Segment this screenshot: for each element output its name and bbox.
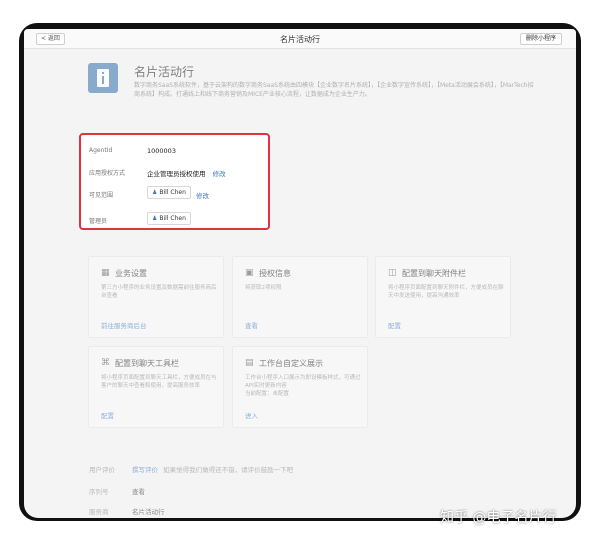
provider-value: 名片活动行 [132, 508, 165, 516]
card-chat-attachment[interactable]: ◫ 配置到聊天附件栏 将小程序页面配置到聊天附件栏，方便成员在聊天中发送使用，提… [375, 256, 511, 338]
app-window: < 返回 名片活动行 删除小程序 名片活动行 数字商务SaaS系统软件，基于云架… [24, 29, 576, 518]
serial-view-link[interactable]: 查看 [132, 486, 145, 496]
top-bar: < 返回 名片活动行 删除小程序 [24, 29, 576, 49]
card-link[interactable]: 配置 [388, 320, 401, 330]
card-title: 工作台自定义展示 [259, 358, 333, 369]
card-description: 将小程序页面配置到聊天工具栏，方便成员在与客户的聊天中查看和使用，提高服务效率 [101, 375, 217, 389]
agentid-value: 1000003 [147, 147, 176, 155]
card-description: 第三方小程序的业务设置及数据需前往服务商后台查看 [101, 285, 217, 299]
app-name: 名片活动行 [134, 65, 195, 79]
rating-row: 撰写评价 如果觉得我们做得还不错，请评价鼓励一下吧 [132, 464, 293, 474]
toolbar-icon: ⌘ [101, 358, 110, 368]
visible-user-name: Bill Chen [159, 189, 186, 196]
auth-method-label: 应用授权方式 [89, 170, 126, 177]
card-workbench-display[interactable]: ▤ 工作台自定义展示 工作台小程序入口展示为即设模板样式，可通过API实时更新内… [232, 346, 368, 428]
workbench-icon: ▤ [245, 358, 254, 368]
card-auth-info[interactable]: ▣ 授权信息 将获取2项权限 查看 [232, 256, 368, 338]
admin-user-tag[interactable]: ♟ Bill Chen [147, 212, 191, 225]
card-link[interactable]: 前往服务商后台 [101, 320, 147, 330]
admin-label: 管理员 [89, 218, 108, 225]
delete-miniprogram-button[interactable]: 删除小程序 [519, 33, 562, 45]
agentid-label: AgentId [89, 147, 113, 154]
app-logo-icon [88, 63, 118, 93]
page-title: 名片活动行 [280, 35, 320, 44]
attachment-icon: ◫ [388, 268, 397, 278]
auth-edit-link[interactable]: 修改 [213, 170, 226, 178]
write-review-link[interactable]: 撰写评价 [132, 466, 158, 474]
card-title: 授权信息 [259, 269, 291, 278]
auth-method-text: 企业管理员授权使用 [147, 170, 206, 178]
visible-user-tag[interactable]: ♟ Bill Chen [147, 186, 191, 199]
card-title: 配置到聊天附件栏 [402, 269, 466, 278]
rating-text: 如果觉得我们做得还不错，请评价鼓励一下吧 [163, 466, 294, 474]
grid-icon: ▦ [101, 268, 110, 278]
card-business-settings[interactable]: ▦ 业务设置 第三方小程序的业务设置及数据需前往服务商后台查看 前往服务商后台 [88, 256, 224, 338]
card-description: 将获取2项权限 [245, 285, 282, 291]
app-info-panel: AgentId 1000003 应用授权方式 企业管理员授权使用 修改 可见范围… [79, 133, 270, 230]
auth-method-value: 企业管理员授权使用 修改 [147, 168, 226, 178]
card-title-text: 工作台自定义展示 [259, 359, 323, 368]
card-description: 工作台小程序入口展示为即设模板样式，可通过API实时更新内容 当前配置：未配置 [245, 375, 361, 397]
admin-user-name: Bill Chen [159, 215, 186, 222]
auth-icon: ▣ [245, 268, 254, 278]
card-link[interactable]: 查看 [245, 320, 258, 330]
card-link[interactable]: 进入 [245, 410, 258, 420]
card-link[interactable]: 配置 [101, 410, 114, 420]
provider-label: 服务商 [89, 508, 109, 516]
visible-range-label: 可见范围 [89, 192, 114, 199]
card-title: 业务设置 [115, 269, 147, 278]
card-description: 将小程序页面配置到聊天附件栏，方便成员在聊天中发送使用，提高沟通效率 [388, 285, 504, 299]
app-description: 数字商务SaaS系统软件，基于云架构的数字商务SaaS系统由四模块【企业数字名片… [134, 82, 534, 98]
visible-edit-link[interactable]: 修改 [196, 190, 209, 200]
user-icon: ♟ [152, 189, 158, 196]
watermark: 知乎 @电子名片行 [440, 510, 557, 526]
card-title: 配置到聊天工具栏 [115, 359, 179, 368]
rating-label: 用户评价 [89, 466, 115, 474]
user-icon: ♟ [152, 215, 158, 222]
card-chat-toolbar[interactable]: ⌘ 配置到聊天工具栏 将小程序页面配置到聊天工具栏，方便成员在与客户的聊天中查看… [88, 346, 224, 428]
serial-label: 序列号 [89, 488, 109, 496]
